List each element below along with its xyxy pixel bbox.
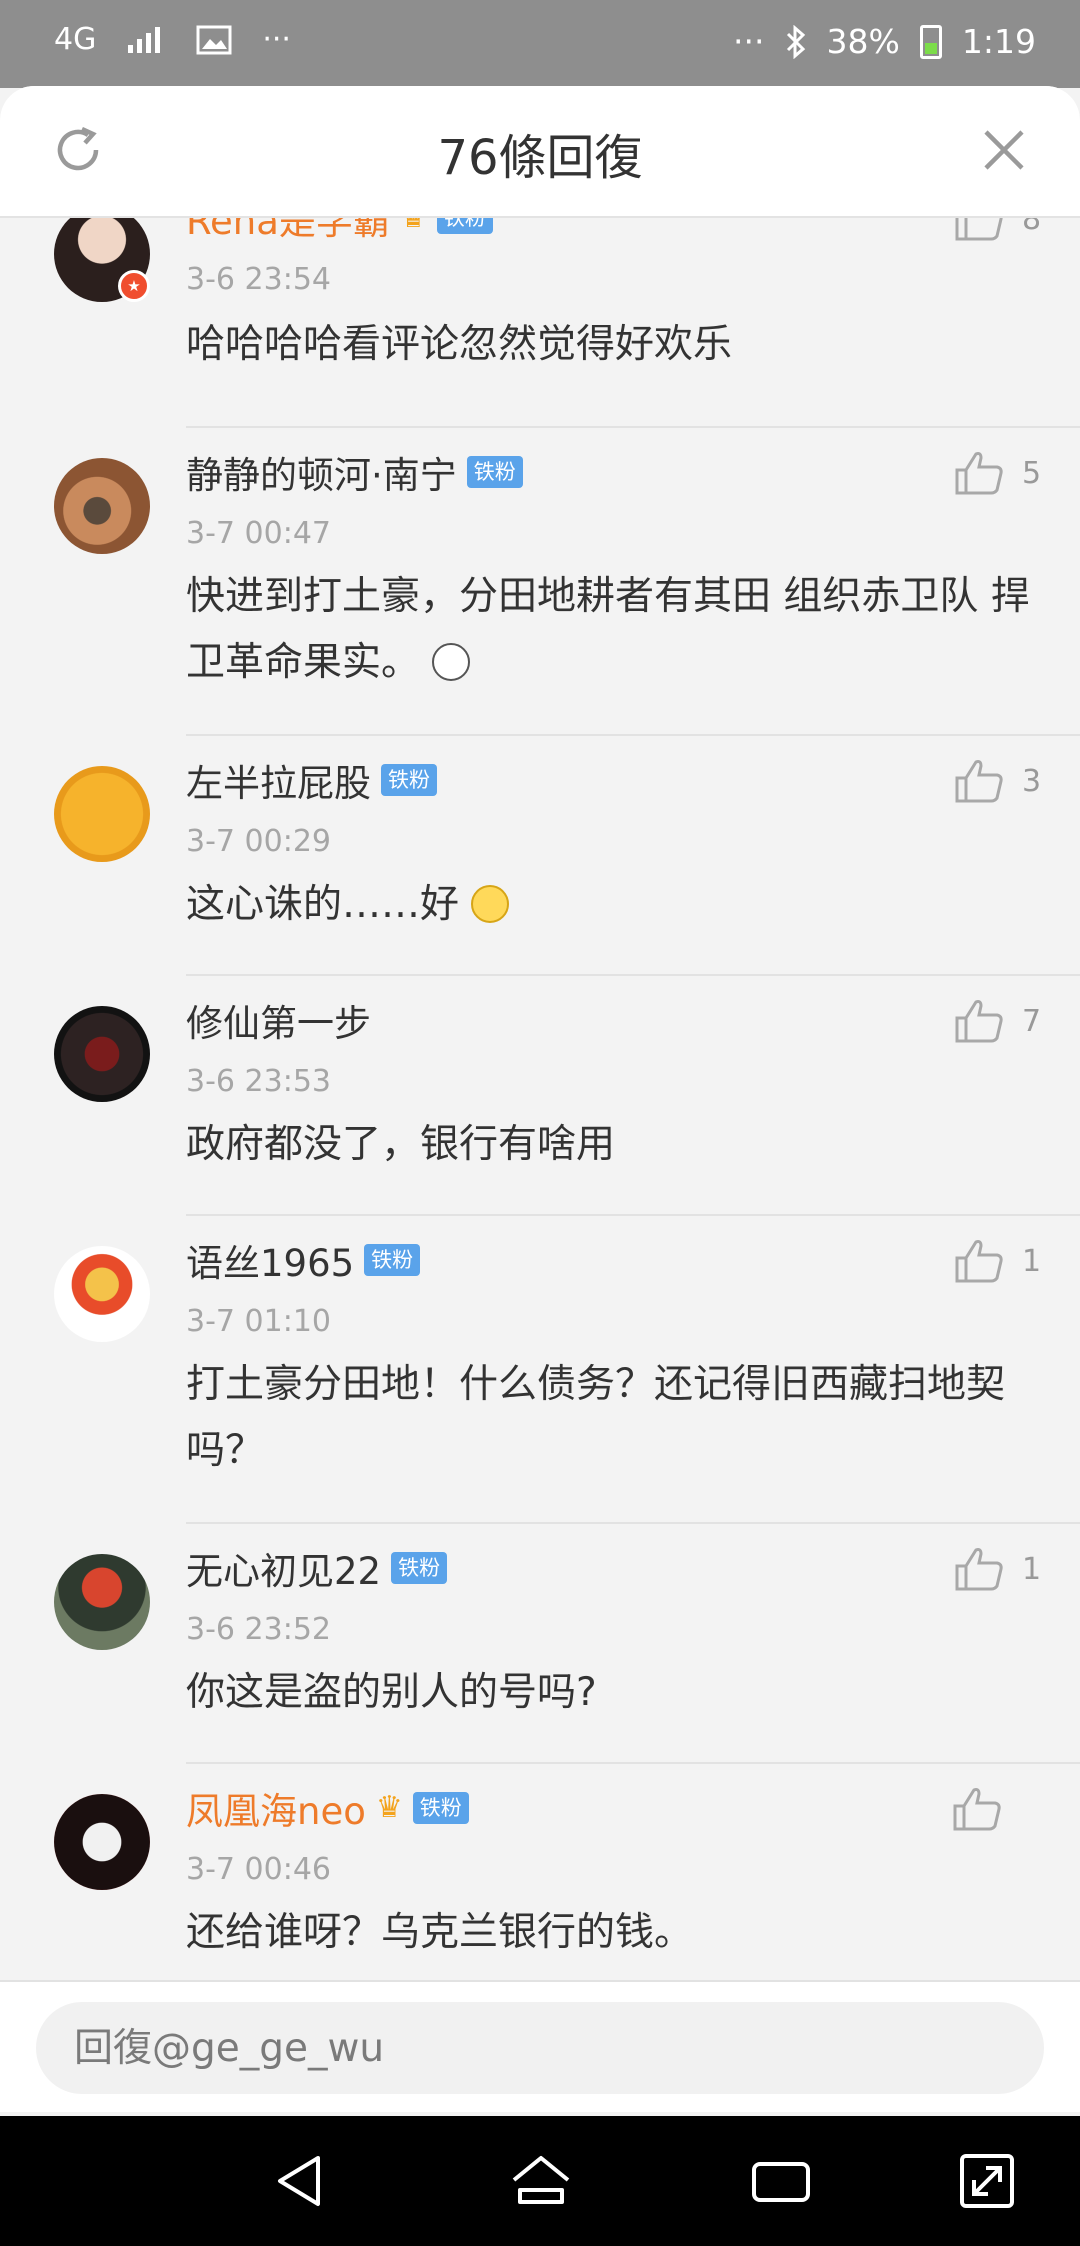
home-icon[interactable]	[506, 2146, 576, 2216]
clock: 1:19	[961, 22, 1036, 61]
comment-item: 无心初见22 铁粉 3-6 23:52 你这是盗的别人的号吗? 1	[0, 1524, 1080, 1764]
reply-bar	[0, 1980, 1080, 2112]
back-icon[interactable]	[266, 2146, 336, 2216]
comment-time: 3-7 00:47	[186, 516, 331, 551]
close-icon[interactable]	[980, 126, 1028, 174]
comment-text-content: 快进到打土豪，分田地耕者有其田 组织赤卫队 捍卫革命果实。	[186, 574, 1030, 685]
fan-badge: 铁粉	[436, 218, 493, 234]
like-button[interactable]: 3	[954, 758, 1042, 804]
fan-badge: 铁粉	[364, 1244, 421, 1276]
comment-text-content: 这心诛的……好	[186, 882, 460, 927]
recent-apps-icon[interactable]	[746, 2146, 816, 2216]
comment-item: 凤凰海neo ♛ 铁粉 3-7 00:46 还给谁呀？乌克兰银行的钱。	[0, 1764, 1080, 2004]
like-count: 1	[1022, 1243, 1042, 1279]
username[interactable]: 左半拉屁股	[186, 753, 371, 807]
username[interactable]: 语丝1965	[186, 1233, 354, 1287]
username[interactable]: 凤凰海neo	[186, 1781, 366, 1835]
system-nav-bar	[0, 2116, 1080, 2246]
comment-item: 语丝1965 铁粉 3-7 01:10 打土豪分田地！什么债务？还记得旧西藏扫地…	[0, 1216, 1080, 1524]
avatar[interactable]	[54, 1794, 150, 1890]
comment-item: ★ Rena是学霸 ♛ 铁粉 3-6 23:54 哈哈哈哈看评论忽然觉得好欢乐 …	[0, 218, 1080, 428]
avatar[interactable]	[54, 1006, 150, 1102]
comments-sheet: 76條回復 ★ Rena是学霸 ♛ 铁粉 3-6 23:54 哈哈哈哈看评论忽然…	[0, 86, 1080, 2246]
avatar[interactable]	[54, 458, 150, 554]
comment-text: 这心诛的……好	[186, 872, 1036, 938]
like-count: 3	[1022, 763, 1042, 799]
comment-time: 3-6 23:54	[186, 262, 331, 297]
thumbs-up-icon	[953, 1788, 1001, 1831]
username[interactable]: 修仙第一步	[186, 993, 371, 1047]
verified-badge-icon: ★	[118, 270, 150, 302]
page-title: 76條回復	[437, 130, 643, 186]
comment-text: 政府都没了，银行有啥用	[186, 1122, 616, 1167]
battery-icon	[919, 24, 942, 59]
like-count: 1	[1022, 1551, 1042, 1587]
signal-icon	[128, 26, 161, 53]
fan-badge: 铁粉	[466, 456, 523, 488]
like-button[interactable]: 7	[954, 998, 1042, 1044]
comment-time: 3-7 00:46	[186, 1852, 331, 1887]
thumbs-up-icon	[955, 760, 1003, 803]
comment-text: 还给谁呀？乌克兰银行的钱。	[186, 1910, 694, 1955]
avatar[interactable]	[54, 1246, 150, 1342]
comment-text: 哈哈哈哈看评论忽然觉得好欢乐	[186, 322, 733, 367]
comment-text: 你这是盗的别人的号吗?	[186, 1670, 597, 1715]
image-icon	[196, 25, 232, 54]
like-button[interactable]: 1	[954, 1546, 1042, 1592]
like-button[interactable]	[952, 1786, 1020, 1832]
like-count: 7	[1022, 1003, 1042, 1039]
thumbs-up-icon	[955, 1548, 1003, 1591]
comment-time: 3-6 23:52	[186, 1612, 331, 1647]
comment-item: 修仙第一步 3-6 23:53 政府都没了，银行有啥用 7	[0, 976, 1080, 1216]
crown-icon: ♛	[400, 218, 427, 233]
more-indicator: ···	[733, 22, 765, 61]
like-button[interactable]: 8	[954, 218, 1042, 242]
thumbs-up-icon	[955, 1240, 1003, 1283]
avatar[interactable]	[54, 1554, 150, 1650]
bluetooth-icon	[786, 24, 805, 59]
more-notifications-indicator: ···	[262, 22, 291, 57]
panda-emoji-icon	[432, 643, 471, 681]
comment-time: 3-7 01:10	[186, 1304, 331, 1339]
comment-item: 左半拉屁股 铁粉 3-7 00:29 这心诛的……好 3	[0, 736, 1080, 976]
like-count: 8	[1022, 218, 1042, 237]
sheet-header: 76條回復	[0, 86, 1080, 218]
fan-badge: 铁粉	[412, 1792, 469, 1824]
fan-badge: 铁粉	[391, 1552, 448, 1584]
username[interactable]: 无心初见22	[186, 1541, 381, 1595]
network-indicator: 4G	[54, 22, 97, 57]
comment-time: 3-7 00:29	[186, 824, 331, 859]
fan-badge: 铁粉	[381, 764, 437, 796]
comment-list: ★ Rena是学霸 ♛ 铁粉 3-6 23:54 哈哈哈哈看评论忽然觉得好欢乐 …	[0, 218, 1080, 2066]
comment-text: 打土豪分田地！什么债务？还记得旧西藏扫地契吗？	[186, 1362, 1006, 1473]
comment-item: 静静的顿河·南宁 铁粉 3-7 00:47 快进到打土豪，分田地耕者有其田 组织…	[0, 428, 1080, 736]
expand-icon[interactable]	[952, 2146, 1022, 2216]
like-count: 5	[1022, 455, 1042, 491]
username[interactable]: Rena是学霸	[186, 218, 390, 245]
crown-icon: ♛	[375, 1790, 403, 1825]
grin-emoji-icon	[471, 885, 510, 923]
like-button[interactable]: 1	[954, 1238, 1042, 1284]
avatar[interactable]	[54, 766, 150, 862]
thumbs-up-icon	[955, 1000, 1003, 1043]
comment-text: 快进到打土豪，分田地耕者有其田 组织赤卫队 捍卫革命果实。	[186, 564, 1036, 696]
status-bar: 4G ··· ··· 38% 1:19	[0, 0, 1080, 88]
like-button[interactable]: 5	[954, 450, 1042, 496]
thumbs-up-icon	[955, 218, 1003, 241]
username[interactable]: 静静的顿河·南宁	[186, 445, 457, 499]
thumbs-up-icon	[955, 452, 1003, 495]
reply-input[interactable]	[36, 2002, 1044, 2094]
comment-time: 3-6 23:53	[186, 1064, 331, 1099]
battery-percent: 38%	[826, 22, 900, 61]
